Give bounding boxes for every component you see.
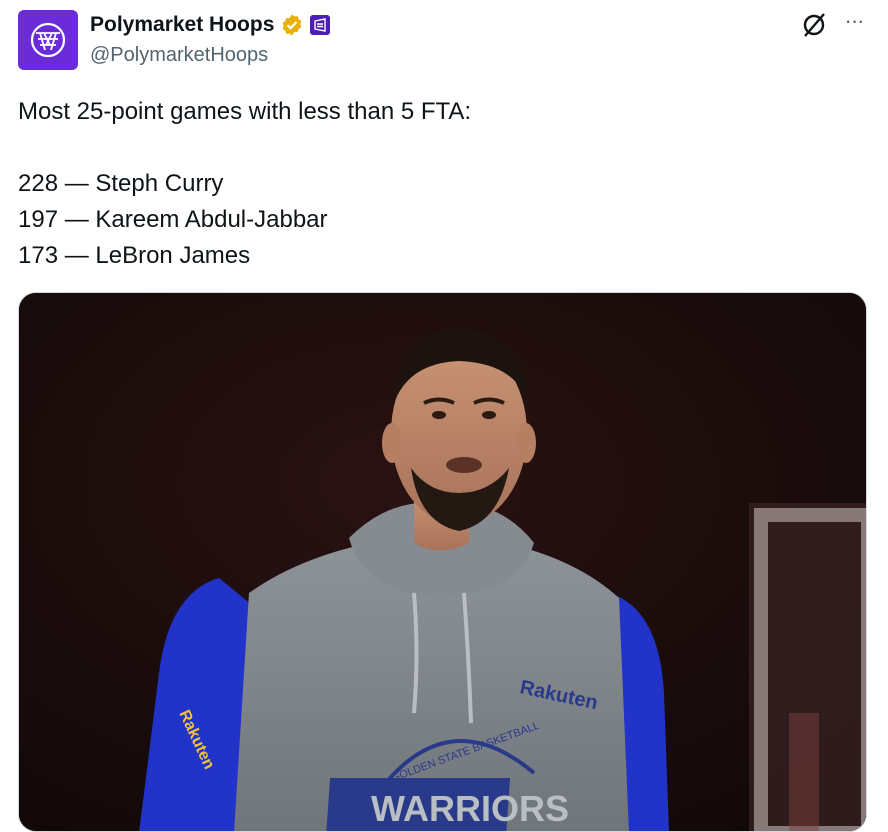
author-display-name[interactable]: Polymarket Hoops [90, 11, 274, 39]
tweet-line-1: 228 — Steph Curry [18, 170, 224, 197]
jersey-team-name: WARRIORS [371, 788, 569, 829]
tweet-media-photo[interactable]: Rakuten Rakuten GOLDEN STATE BASKETBALL … [18, 292, 867, 832]
avatar[interactable] [18, 10, 78, 70]
author-name-row: Polymarket Hoops [90, 11, 331, 39]
tweet-text: Most 25-point games with less than 5 FTA… [18, 94, 858, 274]
author-handle[interactable]: @PolymarketHoops [90, 41, 268, 69]
affiliate-badge-icon[interactable] [310, 15, 331, 35]
more-horizontal-icon[interactable]: ··· [840, 10, 868, 38]
tweet-line-3: 173 — LeBron James [18, 242, 251, 269]
tweet-line-2: 197 — Kareem Abdul-Jabbar [18, 206, 328, 233]
player-photo: Rakuten Rakuten GOLDEN STATE BASKETBALL … [19, 293, 866, 831]
verified-badge-icon[interactable] [280, 13, 304, 37]
tweet-line-heading: Most 25-point games with less than 5 FTA… [18, 98, 472, 125]
grok-icon[interactable] [800, 11, 828, 39]
basketball-net-icon [30, 22, 66, 58]
